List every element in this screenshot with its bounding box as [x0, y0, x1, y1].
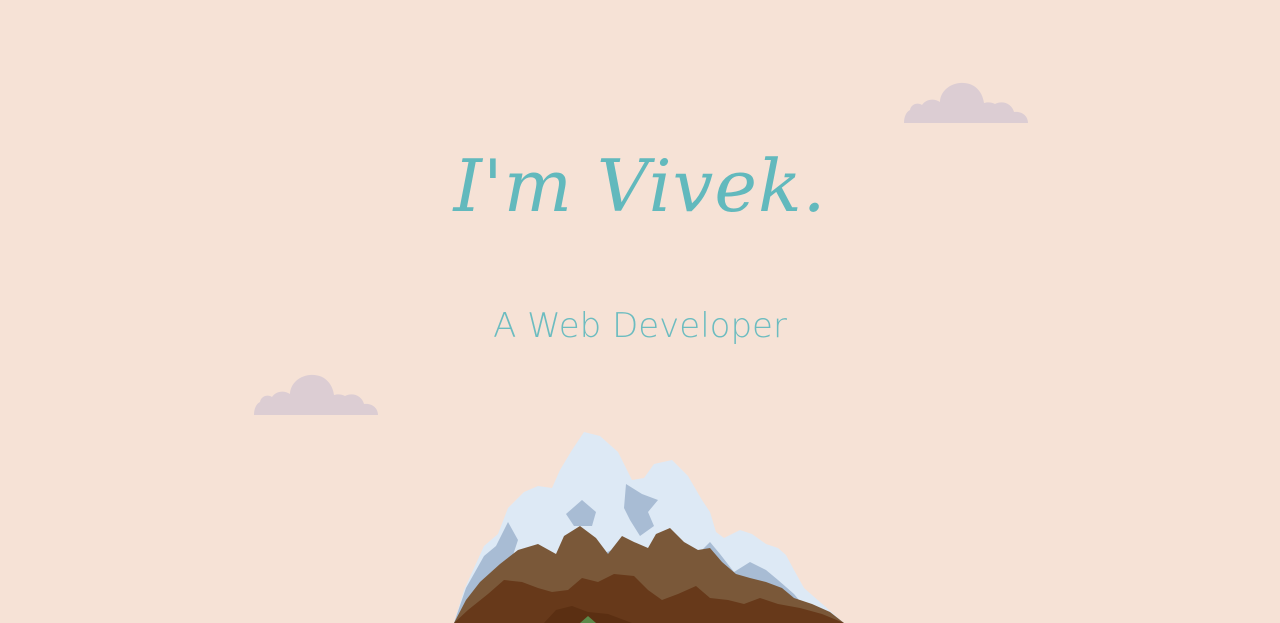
mountain-illustration — [454, 432, 844, 623]
cloud-icon — [254, 374, 378, 415]
hero-title: I'm Vivek. — [453, 144, 827, 228]
hero-subtitle: A Web Developer — [493, 306, 787, 346]
hero-section: I'm Vivek. A Web Developer — [0, 0, 1280, 623]
cloud-icon — [904, 82, 1028, 123]
